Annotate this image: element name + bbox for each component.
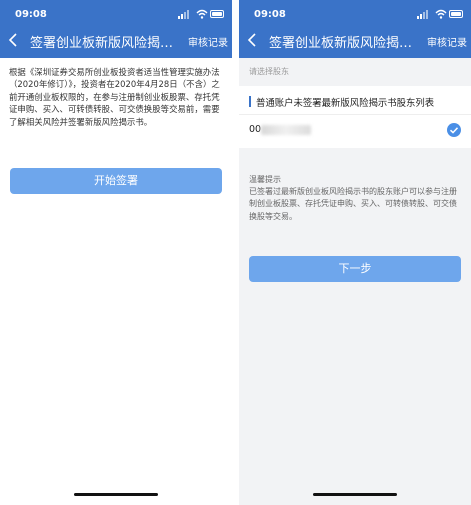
battery-icon [449, 10, 463, 18]
account-number: 00 [249, 124, 262, 135]
status-icons [417, 9, 463, 19]
page-title: 签署创业板新版风险揭… [269, 36, 413, 51]
notice-text: 根据《深圳证券交易所创业板投资者适当性管理实施办法（2020年修订）》，投资者在… [9, 67, 220, 127]
signal-icon [417, 16, 419, 19]
right-phone-screen: 09:08 签署创业板新版风险揭… 审核记录 请选择股东 普通账户未签署最新版风… [239, 0, 471, 505]
home-indicator [74, 493, 158, 496]
checkmark-icon[interactable] [447, 123, 461, 137]
header-bar: 09:08 签署创业板新版风险揭… 审核记录 [239, 0, 471, 58]
status-time: 09:08 [15, 9, 47, 20]
wifi-icon [435, 9, 447, 19]
back-arrow-icon[interactable] [245, 30, 261, 50]
next-step-button[interactable]: 下一步 [249, 256, 461, 282]
review-records-link[interactable]: 审核记录 [188, 34, 228, 49]
title-accent-bar [249, 96, 251, 107]
left-phone-screen: 09:08 签署创业板新版风险揭… 审核记录 根据《深圳证券交易所创业板投资者适… [0, 0, 232, 505]
status-time: 09:08 [254, 9, 286, 20]
battery-icon [210, 10, 224, 18]
home-indicator [313, 493, 397, 496]
signal-icon [178, 16, 180, 19]
start-signing-button[interactable]: 开始签署 [10, 168, 222, 194]
tip-title: 温馨提示 [249, 175, 281, 184]
wifi-icon [196, 9, 208, 19]
shareholder-account-row[interactable]: 00 [239, 115, 471, 145]
account-number-mask [261, 125, 311, 135]
shareholder-list-card: 普通账户未签署最新版风险揭示书股东列表 00 [239, 86, 471, 148]
shareholder-list-title: 普通账户未签署最新版风险揭示书股东列表 [256, 98, 435, 109]
page-title: 签署创业板新版风险揭… [30, 36, 174, 51]
status-icons [178, 9, 224, 19]
header-bar: 09:08 签署创业板新版风险揭… 审核记录 [0, 0, 232, 58]
back-arrow-icon[interactable] [6, 30, 22, 50]
tip-text: 已签署过最新版创业板风险揭示书的股东账户可以参与注册制创业板股票、存托凭证申购、… [249, 187, 457, 221]
select-shareholder-hint: 请选择股东 [249, 67, 289, 76]
review-records-link[interactable]: 审核记录 [427, 34, 467, 49]
